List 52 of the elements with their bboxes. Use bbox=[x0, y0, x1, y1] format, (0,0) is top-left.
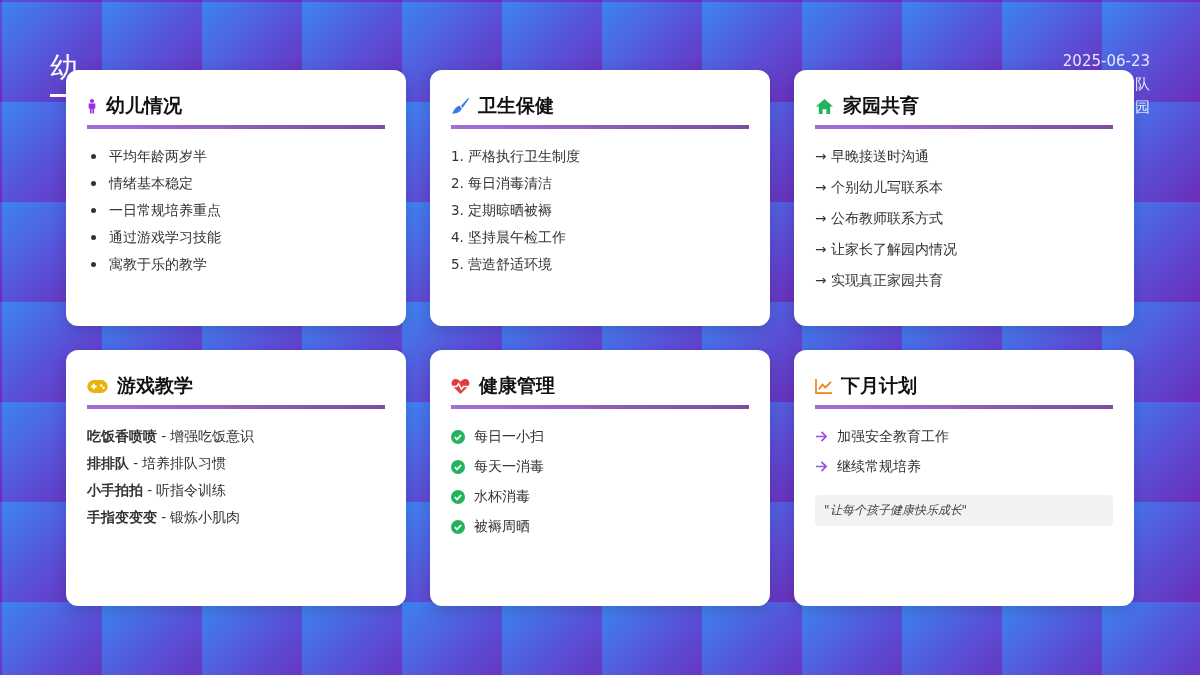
list-item: 5. 营造舒适环境 bbox=[451, 255, 553, 274]
list-item: 继续常规培养 bbox=[837, 457, 921, 476]
broom-icon bbox=[451, 97, 469, 115]
list-item: 水杯消毒 bbox=[474, 487, 530, 506]
list-item: → 个别幼儿写联系本 bbox=[815, 178, 943, 197]
list-item: 被褥周晒 bbox=[474, 517, 530, 536]
bullet-icon bbox=[91, 235, 96, 240]
list-item: 寓教于乐的教学 bbox=[109, 255, 207, 274]
child-icon bbox=[87, 98, 97, 114]
card-title: 幼儿情况 bbox=[106, 93, 182, 118]
list-item: 小手拍拍 - 听指令训练 bbox=[87, 481, 227, 500]
list-item: → 公布教师联系方式 bbox=[815, 209, 943, 228]
check-circle-icon bbox=[451, 429, 465, 444]
check-circle-icon bbox=[451, 459, 465, 474]
bullet-icon bbox=[91, 154, 96, 159]
card-title: 健康管理 bbox=[479, 373, 555, 398]
list-item: 一日常规培养重点 bbox=[109, 201, 221, 220]
card-title: 下月计划 bbox=[841, 373, 917, 398]
list-item: 每天一消毒 bbox=[474, 457, 544, 476]
date-text: 2025-06-23 bbox=[1062, 51, 1150, 72]
bullet-icon bbox=[91, 262, 96, 267]
list-item: 每日一小扫 bbox=[474, 427, 544, 446]
chart-line-icon bbox=[815, 378, 832, 394]
arrow-right-icon bbox=[815, 461, 828, 472]
list-item: 1. 严格执行卫生制度 bbox=[451, 147, 581, 166]
check-circle-icon bbox=[451, 519, 465, 534]
card-title: 卫生保健 bbox=[478, 93, 554, 118]
list-item: 2. 每日消毒清洁 bbox=[451, 174, 553, 193]
card-title: 家园共育 bbox=[843, 93, 919, 118]
home-icon bbox=[815, 97, 834, 115]
list-item: 平均年龄两岁半 bbox=[109, 147, 207, 166]
meta-text: 队 bbox=[1135, 74, 1150, 95]
list-item: 手指变变变 - 锻炼小肌肉 bbox=[87, 508, 241, 527]
list-item: → 实现真正家园共育 bbox=[815, 271, 943, 290]
quote-text: "让每个孩子健康快乐成长" bbox=[815, 495, 1113, 526]
check-circle-icon bbox=[451, 489, 465, 504]
list-item: 吃饭香喷喷 - 增强吃饭意识 bbox=[87, 427, 255, 446]
list-item: 3. 定期晾晒被褥 bbox=[451, 201, 553, 220]
list-item: 4. 坚持晨午检工作 bbox=[451, 228, 567, 247]
meta-text: 园 bbox=[1135, 97, 1150, 118]
heart-pulse-icon bbox=[451, 377, 470, 395]
arrow-right-icon bbox=[815, 431, 828, 442]
card-title: 游戏教学 bbox=[117, 373, 193, 398]
list-item: 通过游戏学习技能 bbox=[109, 228, 221, 247]
list-item: 加强安全教育工作 bbox=[837, 427, 949, 446]
bullet-icon bbox=[91, 181, 96, 186]
list-item: → 让家长了解园内情况 bbox=[815, 240, 957, 259]
list-item: 排排队 - 培养排队习惯 bbox=[87, 454, 227, 473]
list-item: → 早晚接送时沟通 bbox=[815, 147, 929, 166]
gamepad-icon bbox=[87, 379, 108, 393]
list-item: 情绪基本稳定 bbox=[109, 174, 193, 193]
bullet-icon bbox=[91, 208, 96, 213]
